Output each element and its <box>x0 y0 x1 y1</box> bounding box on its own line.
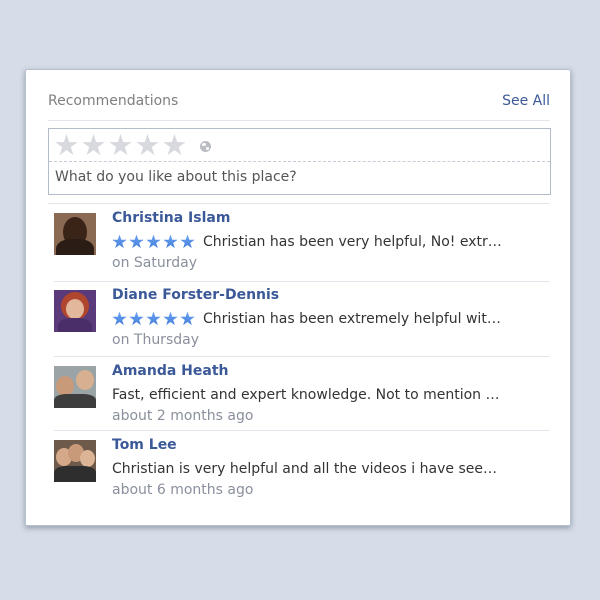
reviewer-name[interactable]: Amanda Heath <box>112 363 229 379</box>
rating-selector: ★ ★ ★ ★ ★ <box>53 131 211 160</box>
composer-divider <box>49 161 550 162</box>
star-filled-icon <box>129 234 144 249</box>
star-filled-icon <box>146 234 161 249</box>
star-outline-icon[interactable]: ★ <box>80 131 107 160</box>
recommendation-composer: ★ ★ ★ ★ ★ <box>48 128 551 195</box>
star-filled-icon <box>163 234 178 249</box>
recommendations-card: Recommendations See All ★ ★ ★ ★ ★ Christ… <box>25 69 571 526</box>
rating-stars <box>112 234 197 250</box>
review-text[interactable]: Christian has been very helpful, No! ext… <box>203 234 502 250</box>
review-timestamp[interactable]: on Thursday <box>112 332 199 348</box>
review-timestamp[interactable]: about 6 months ago <box>112 482 253 498</box>
review-timestamp[interactable]: about 2 months ago <box>112 408 253 424</box>
list-divider <box>48 203 550 204</box>
reviewer-name[interactable]: Christina Islam <box>112 210 230 226</box>
star-outline-icon[interactable]: ★ <box>134 131 161 160</box>
avatar[interactable] <box>54 440 96 482</box>
review-text[interactable]: Christian is very helpful and all the vi… <box>112 461 504 477</box>
review-summary: Christian has been very helpful, No! ext… <box>112 232 504 252</box>
star-outline-icon[interactable]: ★ <box>107 131 134 160</box>
star-filled-icon <box>180 311 195 326</box>
globe-icon[interactable] <box>200 140 211 152</box>
star-filled-icon <box>129 311 144 326</box>
star-filled-icon <box>112 234 127 249</box>
review-summary: Christian is very helpful and all the vi… <box>112 459 504 479</box>
card-header: Recommendations See All <box>48 92 550 121</box>
star-outline-icon[interactable]: ★ <box>161 131 188 160</box>
reviewer-name[interactable]: Tom Lee <box>112 437 177 453</box>
recommendation-input[interactable] <box>55 166 535 188</box>
list-item: Amanda Heath Fast, efficient and expert … <box>54 360 550 431</box>
list-item: Diane Forster-Dennis Christian has been … <box>54 284 550 357</box>
star-outline-icon[interactable]: ★ <box>53 131 80 160</box>
review-summary: Christian has been extremely helpful wit… <box>112 309 504 329</box>
review-timestamp[interactable]: on Saturday <box>112 255 197 271</box>
see-all-link[interactable]: See All <box>502 93 550 109</box>
star-filled-icon <box>163 311 178 326</box>
section-title: Recommendations <box>48 93 179 109</box>
review-text[interactable]: Fast, efficient and expert knowledge. No… <box>112 387 504 403</box>
star-filled-icon <box>180 234 195 249</box>
review-summary: Fast, efficient and expert knowledge. No… <box>112 385 504 405</box>
avatar[interactable] <box>54 290 96 332</box>
list-item: Christina Islam Christian has been very … <box>54 207 550 282</box>
review-text[interactable]: Christian has been extremely helpful wit… <box>203 311 501 327</box>
star-filled-icon <box>146 311 161 326</box>
reviewer-name[interactable]: Diane Forster-Dennis <box>112 287 279 303</box>
star-filled-icon <box>112 311 127 326</box>
rating-stars <box>112 311 197 327</box>
list-item: Tom Lee Christian is very helpful and al… <box>54 434 550 504</box>
avatar[interactable] <box>54 213 96 255</box>
avatar[interactable] <box>54 366 96 408</box>
